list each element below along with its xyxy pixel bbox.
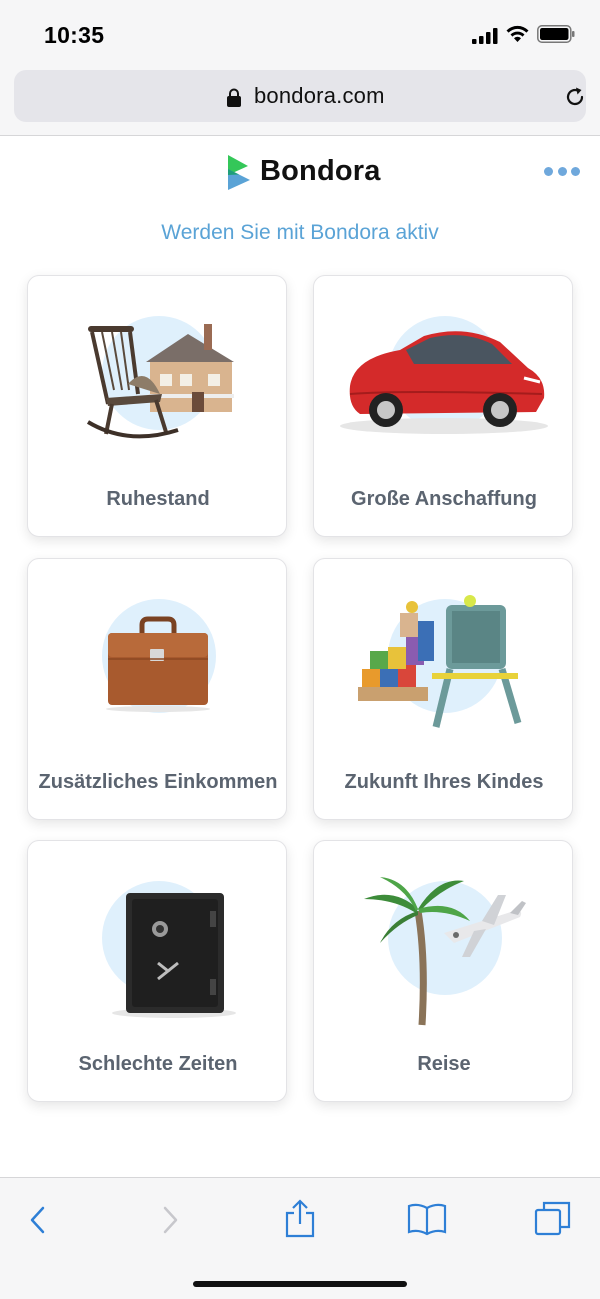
goal-card-additional-income[interactable]: Zusätzliches Einkommen — [27, 558, 287, 820]
url-text: bondora.com — [254, 83, 385, 108]
goal-card-child-future[interactable]: Zukunft Ihres Kindes — [313, 558, 573, 820]
briefcase-image — [106, 616, 210, 712]
browser-address-area: bondora.com — [0, 66, 600, 136]
red-car-image — [340, 331, 548, 434]
goal-card-travel[interactable]: Reise — [313, 840, 573, 1102]
site-header: Bondora — [0, 137, 600, 217]
back-icon[interactable] — [28, 1206, 48, 1234]
palm-tree-plane-image — [364, 877, 526, 1026]
wifi-icon — [506, 25, 529, 42]
safe-image — [112, 893, 236, 1018]
more-menu-icon[interactable] — [544, 167, 580, 179]
address-bar[interactable]: bondora.com — [14, 70, 586, 122]
lock-icon — [227, 88, 241, 107]
card-label: Zusätzliches Einkommen — [38, 771, 278, 793]
toy-blocks-easel-image — [358, 595, 522, 728]
goal-card-bad-times[interactable]: Schlechte Zeiten — [27, 840, 287, 1102]
share-icon[interactable] — [284, 1198, 316, 1238]
rocking-chair-house-image — [86, 324, 234, 439]
card-label: Ruhestand — [106, 488, 210, 510]
goal-card-large-purchase[interactable]: Große Anschaffung — [313, 275, 573, 537]
tagline[interactable]: Werden Sie mit Bondora aktiv — [0, 221, 600, 245]
logo-text[interactable]: Bondora — [260, 155, 381, 188]
cellular-signal-icon — [472, 28, 498, 44]
browser-toolbar — [0, 1177, 600, 1299]
card-label: Große Anschaffung — [351, 488, 537, 510]
reload-icon[interactable] — [564, 86, 586, 108]
goal-card-retirement[interactable]: Ruhestand — [27, 275, 287, 537]
bookmarks-icon[interactable] — [406, 1202, 448, 1236]
forward-icon[interactable] — [160, 1206, 180, 1234]
card-label: Reise — [417, 1053, 471, 1075]
battery-icon — [537, 25, 575, 43]
tabs-icon[interactable] — [534, 1200, 572, 1238]
status-time: 10:35 — [44, 22, 105, 48]
card-label: Zukunft Ihres Kindes — [344, 771, 544, 793]
card-label: Schlechte Zeiten — [78, 1053, 238, 1075]
home-indicator[interactable] — [193, 1281, 407, 1287]
status-bar: 10:35 — [0, 0, 600, 66]
bondora-logo-icon[interactable] — [226, 153, 252, 191]
